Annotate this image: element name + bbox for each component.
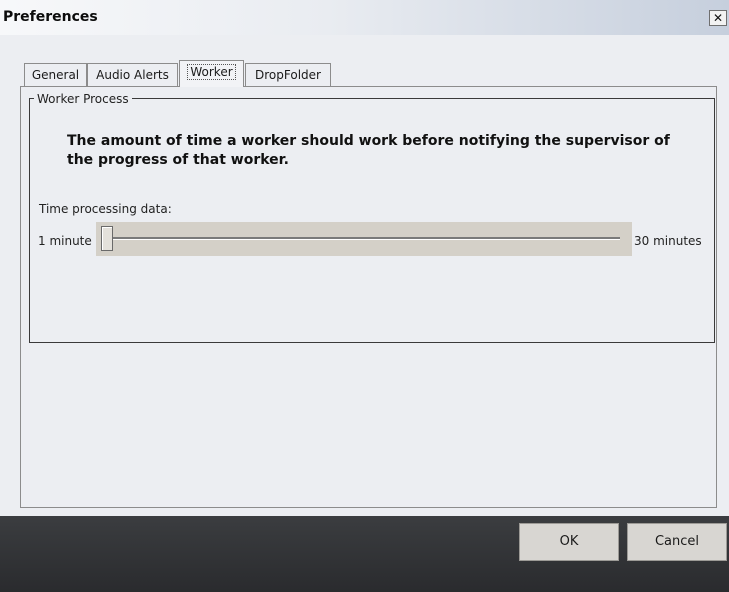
tab-dropfolder[interactable]: DropFolder xyxy=(245,63,331,86)
slider-track[interactable] xyxy=(106,237,620,240)
ok-button[interactable]: OK xyxy=(519,523,619,561)
ok-label: OK xyxy=(559,534,579,549)
button-bar xyxy=(0,516,729,592)
description-text: The amount of time a worker should work … xyxy=(67,133,670,168)
title-bar[interactable]: Preferences ✕ xyxy=(0,0,729,35)
group-legend: Worker Process xyxy=(34,92,132,106)
cancel-label: Cancel xyxy=(654,534,700,549)
window-title: Preferences xyxy=(3,9,98,25)
tab-label: Audio Alerts xyxy=(96,68,169,82)
close-button[interactable]: ✕ xyxy=(709,10,727,26)
tab-label: DropFolder xyxy=(255,68,321,82)
preferences-window: Preferences ✕ General Audio Alerts Worke… xyxy=(0,0,729,592)
cancel-button[interactable]: Cancel xyxy=(627,523,727,561)
tab-audio-alerts[interactable]: Audio Alerts xyxy=(87,63,178,86)
tab-worker[interactable]: Worker xyxy=(179,60,244,87)
slider-max-label: 30 minutes xyxy=(634,234,702,248)
time-processing-slider[interactable] xyxy=(96,222,632,256)
time-processing-label: Time processing data: xyxy=(39,202,172,216)
tab-label: General xyxy=(31,68,80,82)
slider-thumb[interactable] xyxy=(101,226,113,251)
close-icon: ✕ xyxy=(712,11,724,25)
tab-label: Worker xyxy=(187,64,236,80)
slider-min-label: 1 minute xyxy=(38,234,92,248)
tab-general[interactable]: General xyxy=(24,63,87,86)
